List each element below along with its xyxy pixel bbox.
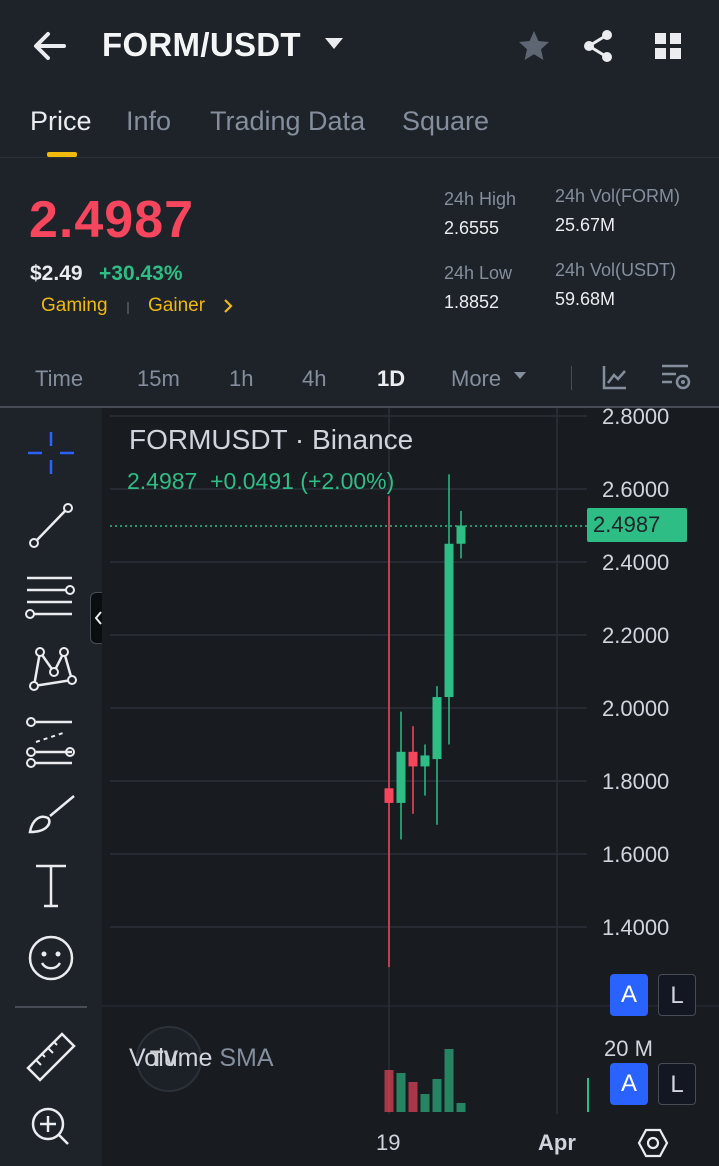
volume-auto-scale-button[interactable]: A (610, 1063, 648, 1105)
interval-1d[interactable]: 1D (377, 366, 405, 392)
candle-body (444, 543, 454, 698)
interval-more[interactable]: More (451, 366, 501, 392)
back-arrow-icon[interactable] (30, 28, 70, 64)
candle-body (456, 525, 466, 544)
volume-bar (396, 1073, 406, 1112)
chart-settings-gear-icon[interactable] (636, 1126, 670, 1160)
tab-info[interactable]: Info (126, 106, 171, 137)
volume-bar (384, 1070, 394, 1112)
candle-body (396, 751, 406, 803)
share-icon[interactable] (580, 28, 616, 64)
price-axis-label: 1.6000 (602, 842, 669, 867)
volume-indicator-label[interactable]: Volume SMA (129, 1044, 274, 1073)
price-axis-label: 2.2000 (602, 623, 669, 648)
interval-divider (571, 366, 572, 390)
last-price: 2.4987 (29, 191, 195, 249)
x-axis-label: Apr (538, 1130, 576, 1155)
drawing-toolbar (0, 408, 102, 1166)
tab-square[interactable]: Square (402, 106, 489, 137)
volume-bar (444, 1049, 454, 1112)
indicator-icon[interactable] (601, 363, 629, 396)
volume-bar (456, 1103, 466, 1112)
stat-low-label: 24h Low (444, 263, 513, 283)
chevron-down-icon[interactable] (325, 38, 343, 49)
tag-divider (127, 302, 129, 314)
price-axis-label: 2.8000 (602, 408, 669, 429)
ruler-icon[interactable] (22, 1028, 80, 1082)
interval-4h[interactable]: 4h (302, 366, 326, 392)
more-caret-icon[interactable] (514, 372, 526, 379)
chart-ohlc-readout: 2.4987 +0.0491 (+2.00%) (127, 468, 395, 494)
tab-price[interactable]: Price (30, 106, 92, 137)
interval-15m[interactable]: 15m (137, 366, 180, 392)
emoji-icon[interactable] (22, 930, 80, 984)
brush-icon[interactable] (22, 786, 80, 840)
stat-low-value: 1.8852 (444, 292, 500, 312)
change-percent: +30.43% (99, 262, 183, 285)
price-chart[interactable]: 2.8000 2.6000 2.4000 2.2000 2.0000 1.8000 1.60… (102, 408, 719, 1166)
text-icon[interactable] (22, 858, 80, 912)
stat-vol-quote-value: 59.68M (555, 289, 616, 309)
volume-label: Volume (129, 1044, 213, 1072)
interval-time[interactable]: Time (35, 366, 83, 392)
price-axis-label: 1.8000 (602, 769, 669, 794)
candle-body (432, 697, 442, 760)
stat-vol-base-label: 24h Vol(FORM) (555, 186, 681, 206)
toolbar-divider (15, 1006, 87, 1008)
tag-gainer[interactable]: Gainer (148, 295, 205, 317)
trend-line-icon[interactable] (22, 498, 80, 552)
chart-settings-icon[interactable] (660, 362, 692, 397)
log-scale-button[interactable]: L (658, 974, 696, 1016)
top-bar: FORM/USDT (0, 0, 719, 92)
price-axis-label: 2.6000 (602, 477, 669, 502)
candle-body (420, 755, 430, 767)
candle-body (408, 751, 418, 767)
volume-log-scale-button[interactable]: L (658, 1063, 696, 1105)
chart-symbol-title: FORMUSDT · Binance (129, 424, 414, 455)
crosshair-icon[interactable] (22, 426, 80, 480)
active-tab-indicator (47, 152, 77, 157)
fib-icon[interactable] (22, 714, 80, 768)
stat-vol-base-value: 25.67M (555, 215, 616, 235)
x-axis-label: 19 (376, 1130, 401, 1155)
stat-high-value: 2.6555 (444, 218, 500, 238)
price-axis-label: 1.4000 (602, 915, 669, 940)
volume-bar (408, 1082, 418, 1112)
stat-vol-quote-label: 24h Vol(USDT) (555, 260, 677, 280)
tab-trading-data[interactable]: Trading Data (210, 106, 365, 137)
pair-title[interactable]: FORM/USDT (102, 26, 301, 64)
zoom-in-icon[interactable] (22, 1102, 80, 1156)
price-axis-label: 2.4000 (602, 550, 669, 575)
interval-1h[interactable]: 1h (229, 366, 253, 392)
last-price-tag: 2.4987 (587, 508, 687, 542)
star-icon[interactable] (516, 28, 552, 64)
pattern-icon[interactable] (22, 642, 80, 696)
auto-scale-button[interactable]: A (610, 974, 648, 1016)
price-axis-label: 2.0000 (602, 696, 669, 721)
volume-bar (432, 1079, 442, 1112)
usd-price: $2.49 (30, 262, 83, 285)
stat-high-label: 24h High (444, 189, 517, 209)
volume-sma-label: SMA (219, 1044, 274, 1072)
grid-icon[interactable] (650, 28, 686, 64)
candle-body (384, 788, 394, 803)
horizontal-lines-icon[interactable] (22, 570, 80, 624)
chevron-right-icon[interactable] (222, 298, 234, 319)
volume-axis-label: 20 M (604, 1036, 653, 1056)
tab-bar: Price Info Trading Data Square (0, 100, 719, 158)
volume-bar (420, 1094, 430, 1112)
tag-gaming[interactable]: Gaming (41, 295, 108, 317)
